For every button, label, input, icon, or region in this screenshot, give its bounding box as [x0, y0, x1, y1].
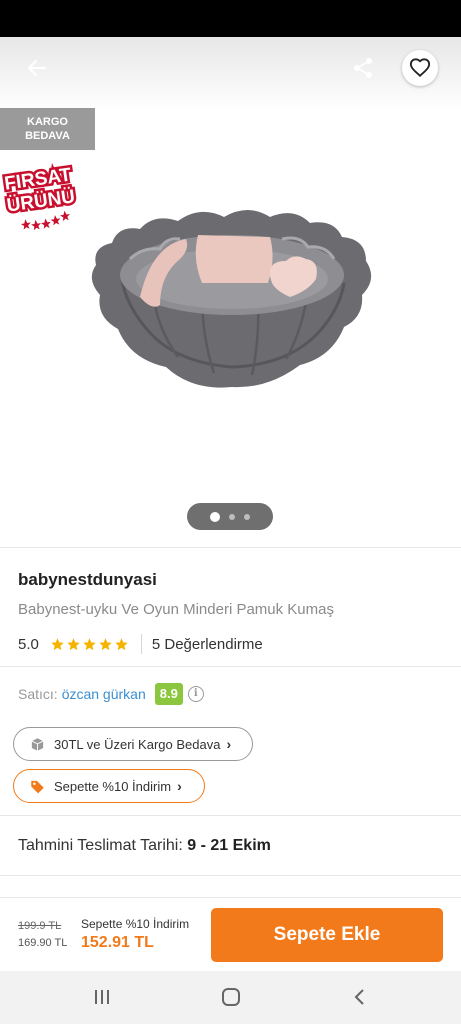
back-button[interactable] [20, 51, 54, 85]
cart-discount-pill[interactable]: Sepette %10 İndirim › [13, 769, 205, 803]
seller-score-badge: 8.9 [154, 683, 183, 705]
delivery-dates: 9 - 21 Ekim [187, 837, 271, 854]
free-cargo-text: 30TL ve Üzeri Kargo Bedava [54, 736, 221, 752]
recent-apps-icon [95, 990, 109, 1004]
tag-icon [30, 779, 45, 794]
cargo-badge-line2: BEDAVA [25, 130, 70, 142]
back-arrow-icon [27, 59, 47, 77]
product-name: Babynest-uyku Ve Oyun Minderi Pamuk Kuma… [18, 601, 334, 618]
bottom-purchase-bar: 199.9 TL 169.90 TL Sepette %10 İndirim 1… [0, 897, 461, 971]
star-icon [51, 637, 64, 650]
rating-stars [50, 637, 129, 652]
share-icon [354, 58, 372, 78]
info-icon[interactable]: i [187, 686, 204, 702]
system-nav-bar [0, 971, 461, 1024]
system-back-button[interactable] [345, 985, 375, 1009]
seller-name-link[interactable]: özcan gürkan [62, 686, 146, 702]
box-icon [30, 737, 45, 752]
opportunity-product-badge: FIRSAT ÜRÜNÜ [1, 162, 79, 231]
recent-apps-button[interactable] [87, 985, 117, 1009]
delivery-label: Tahmini Teslimat Tarihi: [18, 837, 183, 854]
carousel-dot-3[interactable] [244, 513, 250, 520]
rating-separator [140, 634, 142, 654]
chevron-right-icon: › [226, 736, 232, 752]
carousel-dot-1[interactable] [210, 511, 220, 522]
back-icon [354, 989, 364, 1005]
rating-row[interactable]: 5.0 5 Değerlendirme [18, 634, 263, 654]
favorite-button[interactable] [402, 50, 438, 86]
divider [0, 875, 461, 876]
share-button[interactable] [346, 51, 380, 85]
home-button[interactable] [216, 985, 246, 1009]
carousel-dot-2[interactable] [229, 513, 235, 520]
divider [0, 666, 461, 667]
brand-name[interactable]: babynestdunyasi [18, 570, 157, 590]
carousel-indicator[interactable] [187, 503, 273, 530]
promo-price: 152.91 TL [81, 934, 154, 951]
divider [0, 815, 461, 816]
estimated-delivery: Tahmini Teslimat Tarihi: 9 - 21 Ekim [18, 837, 271, 855]
home-icon [222, 988, 240, 1006]
chevron-right-icon: › [177, 778, 182, 794]
rating-value: 5.0 [18, 635, 39, 653]
review-count-link[interactable]: 5 Değerlendirme [152, 636, 263, 653]
top-gradient [0, 37, 461, 112]
add-to-cart-button[interactable]: Sepete Ekle [211, 908, 443, 962]
free-cargo-pill[interactable]: 30TL ve Üzeri Kargo Bedava › [13, 727, 253, 761]
divider [0, 547, 461, 548]
star-icon [67, 637, 80, 650]
seller-label: Satıcı: [18, 686, 58, 702]
current-price: 169.90 TL [18, 937, 68, 949]
old-price: 199.9 TL [18, 920, 62, 932]
star-icon [83, 637, 96, 650]
seller-row: Satıcı: özcan gürkan 8.9 i [18, 682, 204, 706]
promo-label: Sepette %10 İndirim [81, 917, 190, 931]
status-bar [0, 0, 461, 37]
free-cargo-badge: KARGO BEDAVA [0, 108, 95, 150]
star-icon [99, 637, 112, 650]
product-image[interactable] [82, 187, 382, 397]
star-icon [115, 637, 128, 650]
heart-icon [409, 58, 431, 78]
product-gallery[interactable]: KARGO BEDAVA FIRSAT ÜRÜNÜ [0, 37, 461, 547]
cargo-badge-line1: KARGO [27, 116, 68, 128]
cart-discount-text: Sepette %10 İndirim [54, 778, 172, 794]
